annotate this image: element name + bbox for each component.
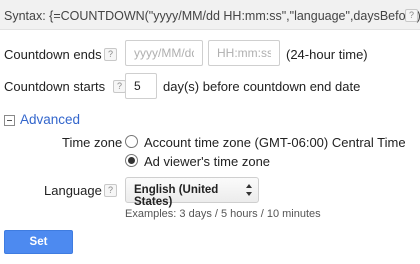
language-select-value: English (United States): [134, 184, 219, 208]
countdown-ends-help-icon[interactable]: ?: [104, 48, 117, 61]
language-label: Language: [44, 183, 102, 198]
language-help-icon[interactable]: ?: [104, 184, 117, 197]
language-examples: Examples: 3 days / 5 hours / 10 minutes: [125, 208, 321, 220]
set-button[interactable]: Set: [4, 230, 73, 254]
countdown-starts-label: Countdown starts: [4, 79, 106, 94]
account-time-zone-radio[interactable]: [125, 135, 138, 148]
countdown-ends-label: Countdown ends: [4, 47, 102, 62]
end-date-input[interactable]: [125, 40, 203, 66]
syntax-help-icon[interactable]: ?: [405, 9, 418, 22]
select-arrows-icon: [246, 184, 252, 196]
account-time-zone-label[interactable]: Account time zone (GMT-06:00) Central Ti…: [144, 135, 406, 150]
days-before-suffix: day(s) before countdown end date: [163, 79, 361, 94]
viewer-time-zone-radio[interactable]: [125, 154, 138, 167]
end-time-input[interactable]: [208, 40, 280, 66]
advanced-toggle-link[interactable]: Advanced: [20, 112, 80, 127]
time-format-note: (24-hour time): [286, 47, 368, 62]
time-zone-label: Time zone: [62, 135, 123, 150]
syntax-text: Syntax: {=COUNTDOWN("yyyy/MM/dd HH:mm:ss…: [4, 9, 420, 23]
days-before-input[interactable]: [125, 73, 157, 99]
syntax-bar: Syntax: {=COUNTDOWN("yyyy/MM/dd HH:mm:ss…: [0, 0, 420, 30]
viewer-time-zone-label[interactable]: Ad viewer's time zone: [144, 154, 270, 169]
language-select[interactable]: English (United States): [125, 177, 259, 208]
collapse-icon[interactable]: [4, 115, 15, 126]
